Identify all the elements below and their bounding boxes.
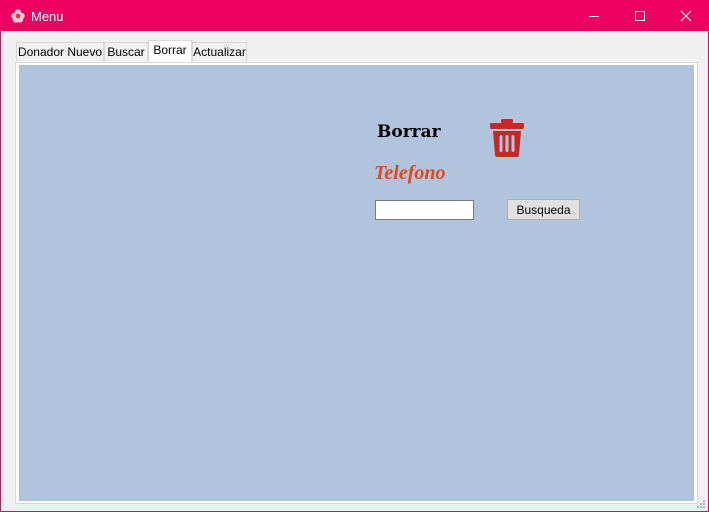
delete-panel: Borrar Telefono Busqueda xyxy=(19,65,694,501)
resize-grip-icon[interactable] xyxy=(696,499,706,509)
close-icon xyxy=(680,10,692,22)
page-title: Borrar xyxy=(377,122,441,142)
title-bar[interactable]: Menu xyxy=(1,1,708,31)
tab-borrar[interactable]: Borrar xyxy=(148,40,192,62)
tab-donador-nuevo[interactable]: Donador Nuevo xyxy=(16,42,104,61)
tab-page-borrar: Borrar Telefono Busqueda xyxy=(15,62,698,504)
telefono-input[interactable] xyxy=(375,200,474,220)
maximize-icon xyxy=(635,11,645,21)
trash-icon xyxy=(490,119,524,157)
close-button[interactable] xyxy=(663,1,709,31)
minimize-button[interactable] xyxy=(571,1,617,31)
telefono-label: Telefono xyxy=(374,162,446,184)
window-title: Menu xyxy=(31,9,64,24)
busqueda-button[interactable]: Busqueda xyxy=(507,199,580,220)
tab-actualizar[interactable]: Actualizar xyxy=(192,42,247,61)
maximize-button[interactable] xyxy=(617,1,663,31)
tab-buscar[interactable]: Buscar xyxy=(104,42,148,61)
flower-app-icon xyxy=(10,8,26,24)
minimize-icon xyxy=(589,16,599,17)
main-window: Menu Donador Nuevo Buscar Borrar Actuali… xyxy=(0,0,709,512)
